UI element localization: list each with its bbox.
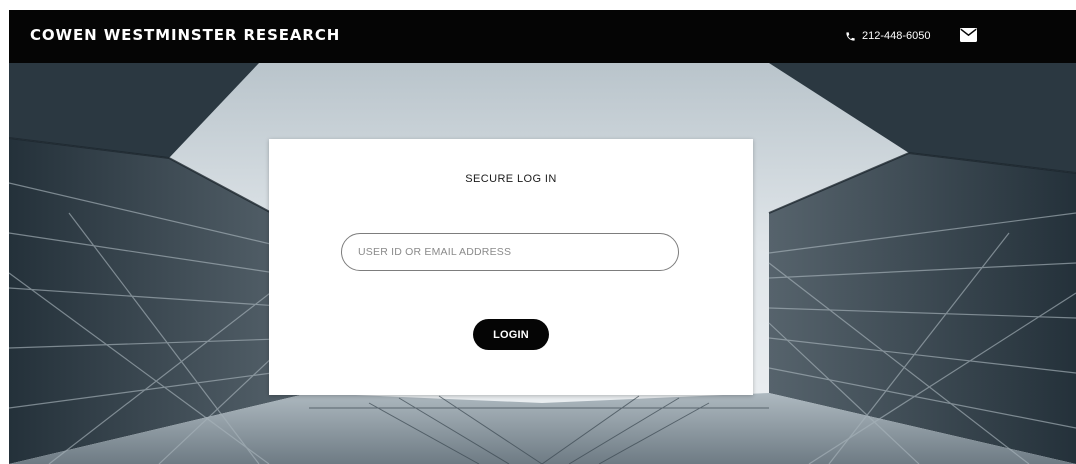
phone-link[interactable]: 212-448-6050 <box>845 28 931 44</box>
login-card: SECURE LOG IN LOGIN <box>269 139 753 395</box>
user-id-email-input[interactable] <box>341 233 679 271</box>
hero-background-image: SECURE LOG IN LOGIN <box>9 63 1076 464</box>
phone-number: 212-448-6050 <box>862 30 931 42</box>
phone-icon <box>845 31 856 42</box>
browser-viewport: COWEN WESTMINSTER RESEARCH 212-448-6050 <box>9 10 1076 464</box>
brand-logo[interactable]: COWEN WESTMINSTER RESEARCH <box>30 26 340 44</box>
login-title: SECURE LOG IN <box>465 173 557 185</box>
login-button[interactable]: LOGIN <box>473 319 549 350</box>
page: COWEN WESTMINSTER RESEARCH 212-448-6050 <box>0 0 1076 464</box>
mail-icon[interactable] <box>960 28 977 42</box>
top-navigation-bar: COWEN WESTMINSTER RESEARCH 212-448-6050 <box>9 10 1076 63</box>
